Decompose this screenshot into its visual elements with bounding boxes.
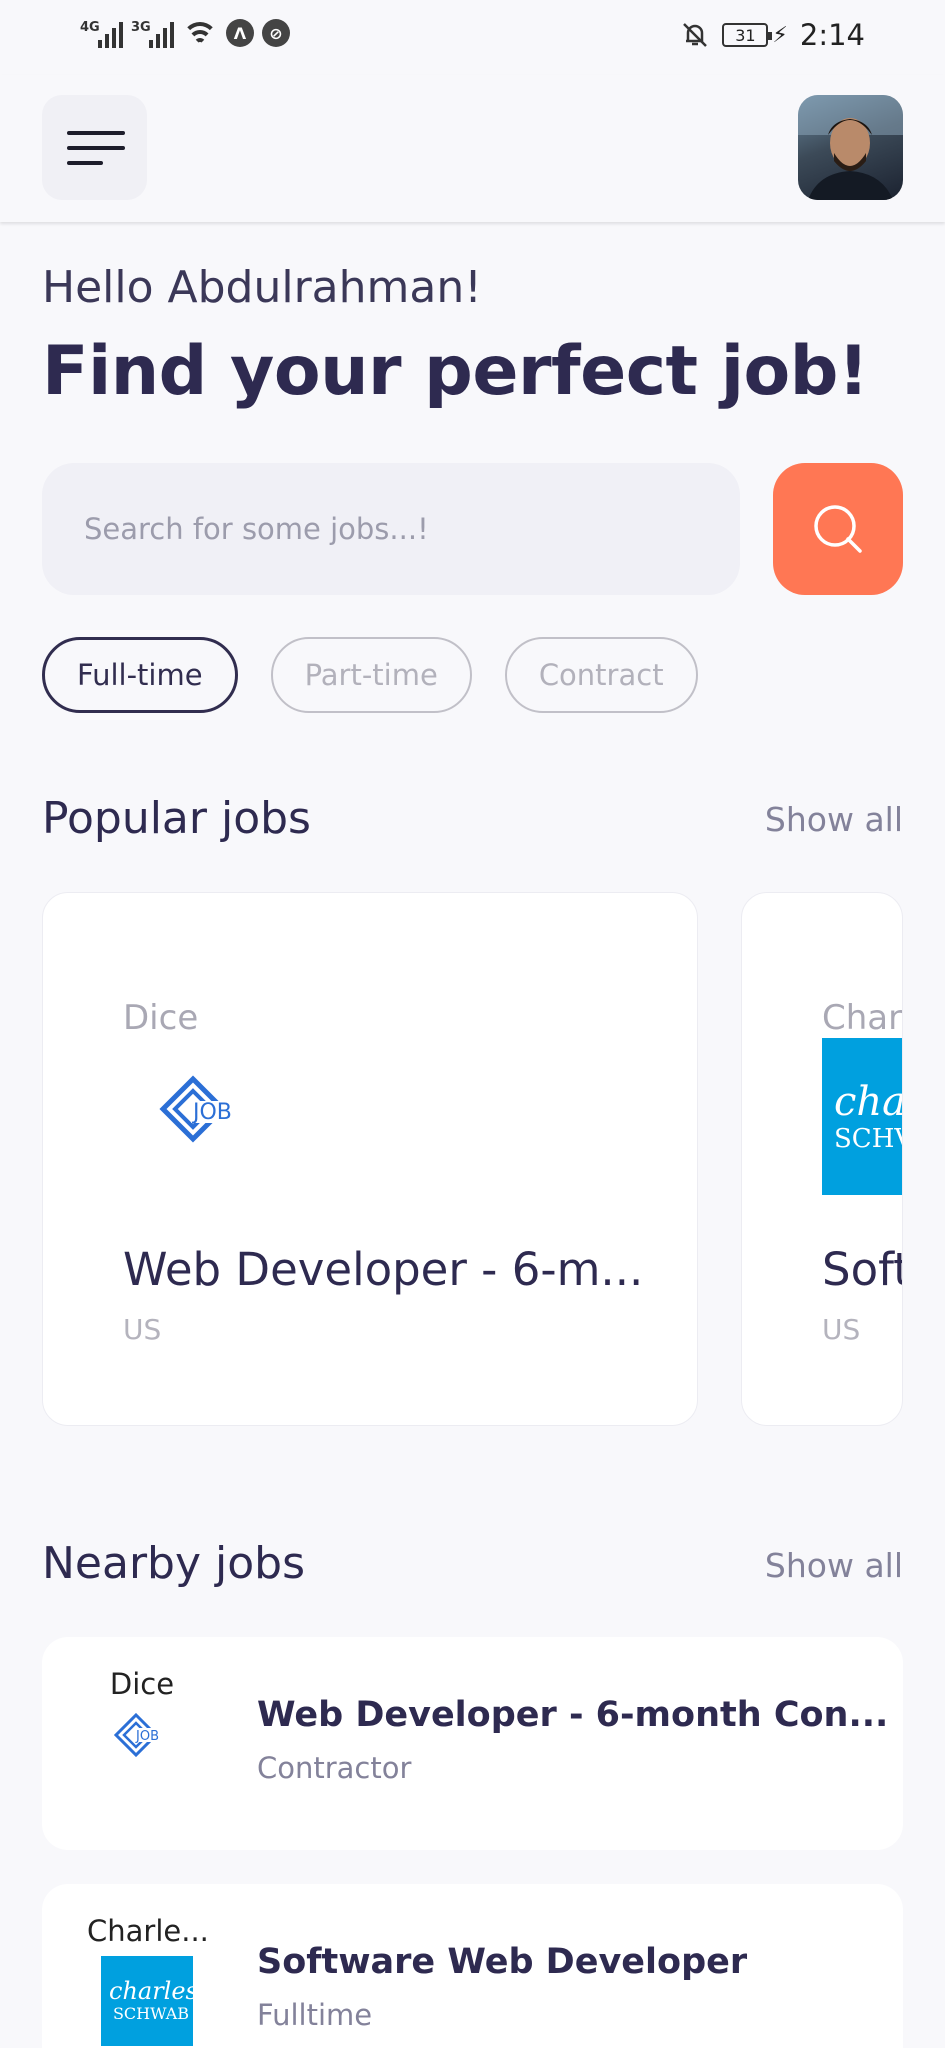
logo-text: SCHWAB — [112, 2004, 190, 2023]
nearby-job-card[interactable]: Charle... charles SCHWAB Software Web De… — [42, 1884, 903, 2048]
job-type-tabs: Full-time Part-time Contract — [42, 637, 698, 713]
tab-contract[interactable]: Contract — [504, 637, 698, 713]
company-logo-area: Charle... charles SCHWAB — [87, 1914, 209, 2046]
menu-button[interactable] — [42, 95, 147, 200]
popular-job-card[interactable]: Dice JOB Web Developer - 6-m... US — [42, 892, 698, 1426]
clock: 2:14 — [799, 18, 865, 52]
svg-text:JOB: JOB — [135, 1729, 159, 1744]
company-name: Char — [822, 998, 903, 1038]
popular-jobs-heading: Popular jobs — [42, 793, 311, 844]
search-button[interactable] — [773, 463, 903, 595]
user-avatar — [798, 95, 903, 200]
notification-app-icon: ⊘ — [262, 19, 290, 47]
charging-icon: ⚡ — [772, 22, 788, 48]
nearby-show-all-link[interactable]: Show all — [765, 1546, 903, 1585]
job-location: US — [123, 1313, 162, 1346]
logo-text: charles — [109, 1977, 193, 2005]
cellular-signal-icon: 3G — [131, 18, 174, 48]
popular-show-all-link[interactable]: Show all — [765, 800, 903, 839]
bell-off-icon — [683, 23, 708, 47]
tab-part-time[interactable]: Part-time — [270, 637, 472, 713]
job-location: US — [822, 1313, 861, 1346]
search-input[interactable] — [84, 512, 698, 546]
hamburger-menu-icon — [67, 130, 125, 135]
network-type-label: 3G — [131, 20, 151, 35]
notification-app-icon: Λ — [226, 19, 254, 47]
dice-job-logo: JOB — [113, 1712, 168, 1758]
logo-text: SCHV — [834, 1123, 902, 1154]
nearby-job-card[interactable]: Dice JOB Web Developer - 6-month Con... … — [42, 1637, 903, 1850]
status-bar: 4G 3G Λ ⊘ 31 ⚡ 2:14 — [0, 0, 945, 75]
app-bar — [0, 75, 945, 222]
job-title: Web Developer - 6-month Con... — [257, 1695, 889, 1735]
job-title: Web Developer - 6-m... — [123, 1243, 644, 1296]
logo-text: cha — [834, 1078, 903, 1125]
battery-level: 31 — [735, 25, 756, 45]
job-title: Soft — [822, 1243, 903, 1296]
search-box — [42, 463, 740, 595]
profile-avatar[interactable] — [798, 95, 903, 200]
charles-schwab-logo: charles SCHWAB — [101, 1956, 193, 2046]
nearby-jobs-heading: Nearby jobs — [42, 1538, 305, 1589]
job-type: Contractor — [257, 1751, 412, 1785]
charles-schwab-logo: cha SCHV — [822, 1038, 903, 1195]
hamburger-menu-icon — [67, 160, 103, 165]
tab-full-time[interactable]: Full-time — [42, 637, 238, 713]
network-type-label: 4G — [80, 20, 100, 35]
company-name: Charle... — [87, 1914, 209, 1948]
company-name: Dice — [123, 998, 199, 1038]
company-name: Dice — [109, 1667, 175, 1701]
svg-text:JOB: JOB — [191, 1100, 232, 1125]
company-logo-area: Dice JOB — [77, 1667, 207, 1765]
hamburger-menu-icon — [67, 145, 125, 150]
search-icon — [814, 505, 862, 553]
page-title: Find your perfect job! — [42, 332, 869, 411]
greeting-text: Hello Abdulrahman! — [42, 262, 482, 313]
job-title: Software Web Developer — [257, 1942, 748, 1982]
job-type: Fulltime — [257, 1998, 373, 2032]
battery-icon: 31 — [722, 23, 773, 47]
cellular-signal-icon: 4G — [80, 18, 123, 48]
dice-job-logo: JOB — [159, 1075, 235, 1143]
popular-job-card[interactable]: Char cha SCHV Soft US — [741, 892, 903, 1426]
wifi-icon — [182, 18, 218, 48]
